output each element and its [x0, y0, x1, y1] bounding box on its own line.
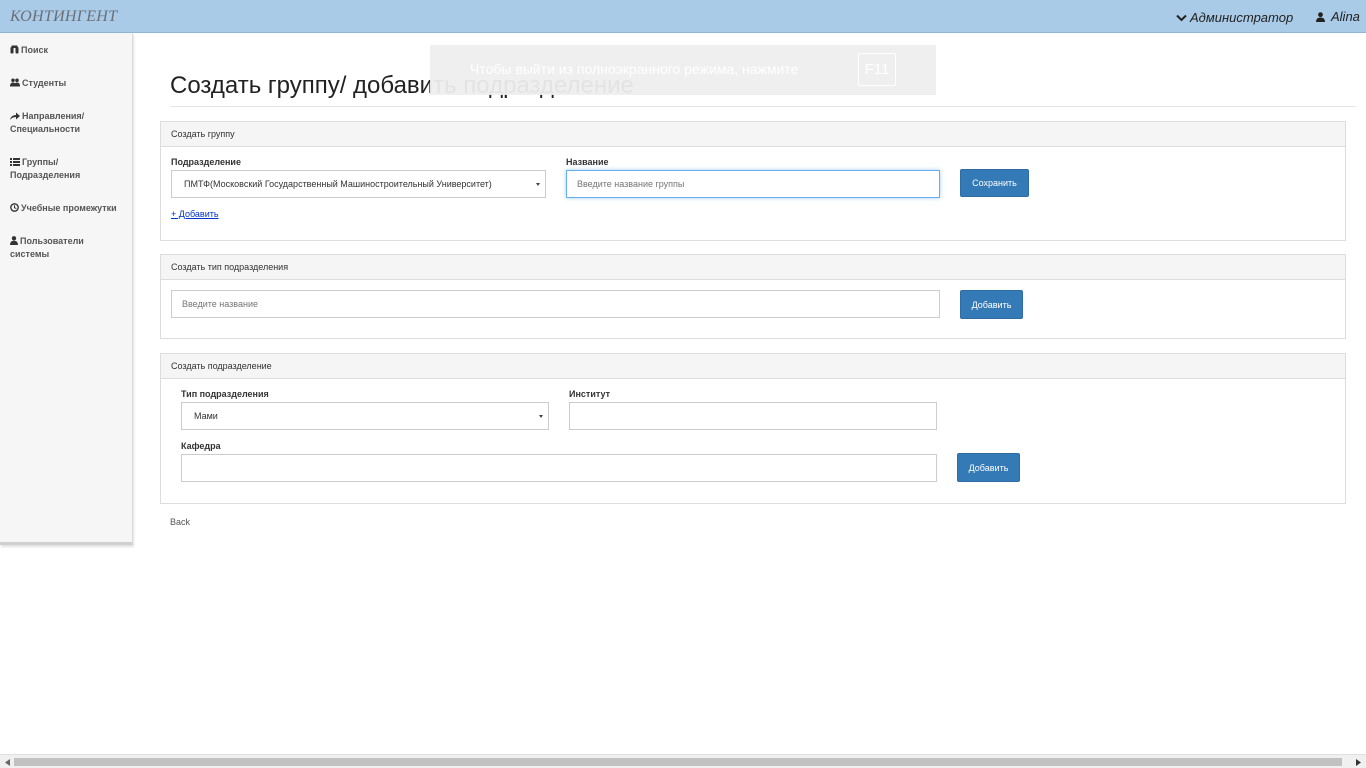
panel-heading: Создать подразделение	[161, 354, 1345, 379]
division-select[interactable]: ПМТФ(Московский Государственный Машиност…	[171, 170, 546, 198]
division-type-select-value: Мами	[194, 411, 218, 421]
user-icon	[10, 236, 18, 245]
sidebar-item-users[interactable]: Пользователи системы	[10, 235, 128, 261]
sidebar-item-students[interactable]: Студенты	[10, 77, 128, 90]
sidebar-item-label: Учебные промежутки	[21, 203, 117, 213]
add-division-button[interactable]: Добавить	[957, 453, 1020, 482]
institute-input[interactable]	[569, 402, 937, 430]
division-label: Подразделение	[171, 157, 241, 167]
department-input[interactable]	[181, 454, 937, 482]
sidebar-item-label: системы	[10, 249, 50, 259]
list-icon	[10, 158, 20, 166]
horizontal-scrollbar[interactable]	[0, 754, 1366, 768]
fullscreen-notice: Чтобы выйти из полноэкранного режима, на…	[430, 45, 936, 95]
sidebar-item-label: Специальности	[10, 124, 81, 134]
binoculars-icon	[10, 45, 19, 54]
group-name-label: Название	[566, 157, 609, 167]
scrollbar-thumb[interactable]	[14, 758, 1342, 766]
scroll-right-icon[interactable]	[1353, 757, 1363, 767]
top-navbar: КОНТИНГЕНТ Администратор Alina	[0, 0, 1366, 33]
institute-label: Институт	[569, 389, 611, 399]
panel-heading: Создать тип подразделения	[161, 255, 1345, 280]
panel-heading: Создать группу	[161, 122, 1345, 147]
user-icon	[1316, 11, 1325, 22]
title-divider	[170, 106, 1356, 107]
sidebar-item-directions[interactable]: Направления/ Специальности	[10, 110, 128, 136]
chevron-down-icon	[1176, 14, 1187, 22]
fullscreen-notice-text: Чтобы выйти из полноэкранного режима, на…	[470, 61, 799, 77]
division-type-select[interactable]: Мами	[181, 402, 549, 430]
role-dropdown-label: Администратор	[1190, 10, 1294, 25]
sidebar: Поиск Студенты Направления/ Специальност…	[0, 33, 133, 545]
share-arrow-icon	[10, 112, 20, 120]
department-label: Кафедра	[181, 441, 221, 451]
create-group-panel: Создать группу Подразделение ПМТФ(Москов…	[160, 121, 1346, 241]
fullscreen-key-badge: F11	[858, 53, 896, 86]
caret-down-icon	[539, 415, 543, 418]
group-name-input[interactable]	[566, 170, 940, 198]
users-icon	[10, 78, 20, 87]
scroll-left-icon[interactable]	[2, 757, 12, 767]
sidebar-item-search[interactable]: Поиск	[10, 44, 128, 57]
user-menu[interactable]: Alina	[1316, 9, 1360, 24]
back-link[interactable]: Back	[170, 517, 190, 527]
sidebar-item-label: Группы/	[22, 157, 59, 167]
create-division-type-panel: Создать тип подразделения Добавить	[160, 254, 1346, 339]
division-select-value: ПМТФ(Московский Государственный Машиност…	[184, 179, 492, 189]
clock-icon	[10, 203, 19, 212]
sidebar-item-groups[interactable]: Группы/ Подразделения	[10, 156, 128, 182]
sidebar-item-study-periods[interactable]: Учебные промежутки	[10, 202, 128, 215]
save-group-button[interactable]: Сохранить	[960, 169, 1029, 197]
sidebar-item-label: Студенты	[22, 78, 67, 88]
sidebar-item-label: Поиск	[21, 45, 49, 55]
division-type-name-input[interactable]	[171, 290, 940, 318]
sidebar-item-label: Направления/	[22, 111, 85, 121]
role-dropdown[interactable]: Администратор	[1176, 10, 1293, 25]
caret-down-icon	[536, 183, 540, 186]
add-division-type-button[interactable]: Добавить	[960, 290, 1023, 319]
division-type-label: Тип подразделения	[181, 389, 269, 399]
user-name: Alina	[1331, 9, 1360, 24]
add-group-link[interactable]: + Добавить	[171, 209, 219, 219]
sidebar-item-label: Пользователи	[20, 236, 84, 246]
create-division-panel: Создать подразделение Тип подразделения …	[160, 353, 1346, 504]
app-brand[interactable]: КОНТИНГЕНТ	[10, 8, 117, 26]
sidebar-item-label: Подразделения	[10, 170, 81, 180]
